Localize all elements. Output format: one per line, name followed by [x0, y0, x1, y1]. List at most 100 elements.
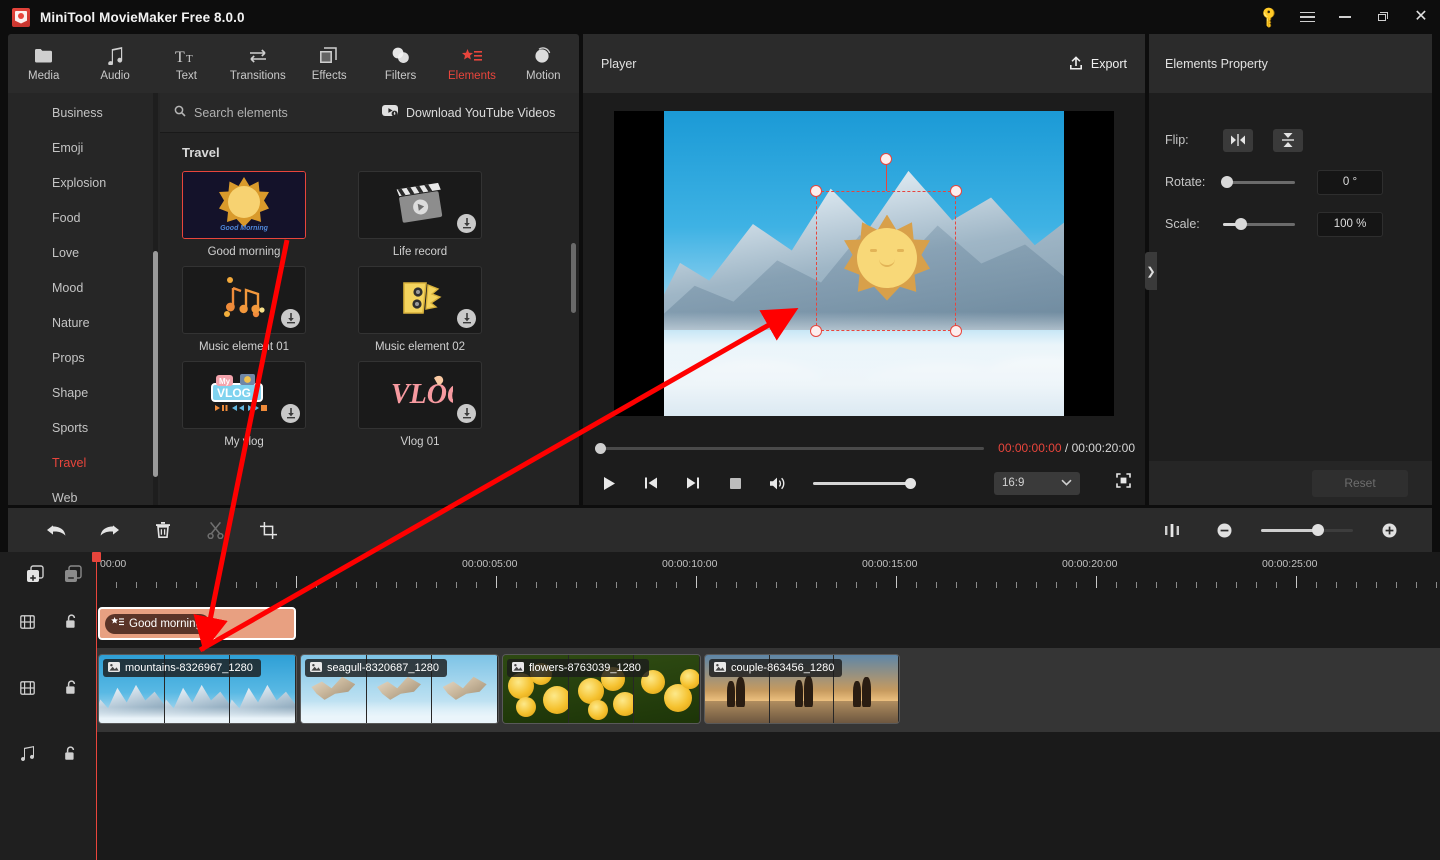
download-icon[interactable] [457, 214, 476, 233]
key-icon[interactable]: 🔑 [1250, 0, 1288, 34]
browser-scrollbar[interactable] [571, 243, 576, 313]
element-card-life-record[interactable]: Life record [358, 171, 482, 258]
rotate-value[interactable]: 0 ° [1317, 169, 1383, 195]
unlock-icon[interactable] [65, 680, 78, 700]
flip-horizontal-icon[interactable] [1223, 128, 1253, 152]
timeline-zoom-slider[interactable] [1261, 524, 1353, 536]
sidebar-item-travel[interactable]: Travel [8, 445, 160, 480]
volume-icon[interactable] [767, 476, 787, 491]
download-icon[interactable] [281, 309, 300, 328]
resize-handle-bottom-right[interactable] [950, 324, 962, 337]
timeline-clip-couple[interactable]: couple-863456_1280 [704, 654, 900, 724]
playback-progress-slider[interactable] [595, 442, 985, 454]
undo-icon[interactable] [30, 508, 83, 552]
minus-circle-icon[interactable] [1198, 508, 1251, 552]
download-icon[interactable] [281, 404, 300, 423]
element-card-vlog-01[interactable]: VLOG Vlog 01 [358, 361, 482, 448]
sidebar-item-food[interactable]: Food [8, 200, 160, 235]
play-icon[interactable] [599, 476, 619, 491]
export-button[interactable]: Export [1069, 55, 1127, 73]
next-frame-icon[interactable] [683, 476, 703, 490]
element-track-lane[interactable]: Good morning [96, 600, 1440, 648]
add-track-icon[interactable] [26, 564, 44, 588]
trash-icon[interactable] [136, 508, 189, 552]
sidebar-item-love[interactable]: Love [8, 235, 160, 270]
resize-handle-top-right[interactable] [950, 184, 962, 197]
scissors-icon[interactable] [189, 508, 242, 552]
rotate-handle[interactable] [880, 152, 892, 165]
toolbar-item-audio[interactable]: Audio [79, 34, 150, 93]
resize-handle-bottom-left[interactable] [810, 324, 822, 337]
flip-vertical-icon[interactable] [1273, 128, 1303, 152]
sidebar-item-sports[interactable]: Sports [8, 410, 160, 445]
sidebar-item-emoji[interactable]: Emoji [8, 130, 160, 165]
aspect-ratio-select[interactable]: 16:9 [994, 471, 1080, 495]
unlock-icon[interactable] [65, 614, 78, 634]
element-selection-box[interactable] [810, 152, 962, 337]
previous-frame-icon[interactable] [641, 476, 661, 490]
progress-knob[interactable] [595, 442, 606, 454]
timeline-clip-flowers[interactable]: flowers-8763039_1280 [502, 654, 701, 724]
download-youtube-videos-button[interactable]: Download YouTube Videos [382, 105, 555, 120]
timeline-clip-mountains[interactable]: mountains-8326967_1280 [98, 654, 297, 724]
reset-button[interactable]: Reset [1312, 469, 1408, 497]
audio-track-lane[interactable] [96, 732, 1440, 780]
timeline-ruler[interactable]: 00:00 00:00:05:00 00:00:10:00 00:00:15:0… [96, 552, 1440, 600]
scale-slider[interactable] [1223, 218, 1295, 230]
toolbar-item-text[interactable]: TT Text [151, 34, 222, 93]
sidebar-item-shape[interactable]: Shape [8, 375, 160, 410]
redo-icon[interactable] [83, 508, 136, 552]
crop-icon[interactable] [242, 508, 295, 552]
menu-icon[interactable] [1288, 0, 1326, 34]
toolbar-item-effects[interactable]: Effects [294, 34, 365, 93]
fullscreen-icon[interactable] [1116, 473, 1131, 493]
sidebar-item-business[interactable]: Business [8, 95, 160, 130]
sidebar-item-nature[interactable]: Nature [8, 305, 160, 340]
ruler-label: 00:00 [100, 558, 127, 570]
close-icon[interactable]: ✕ [1402, 0, 1440, 34]
toolbar-item-transitions[interactable]: Transitions [222, 34, 293, 93]
film-icon[interactable] [20, 614, 35, 634]
volume-slider[interactable] [813, 477, 916, 489]
timeline-clip-element[interactable]: Good morning [98, 607, 296, 640]
scale-value[interactable]: 100 % [1317, 211, 1383, 237]
resize-handle-top-left[interactable] [810, 184, 822, 197]
element-card-music-element-02[interactable]: Music element 02 [358, 266, 482, 353]
toolbar-item-filters[interactable]: Filters [365, 34, 436, 93]
sidebar-item-props[interactable]: Props [8, 340, 160, 375]
download-icon[interactable] [457, 404, 476, 423]
video-track-lane[interactable]: mountains-8326967_1280 seagull-8320687_1… [96, 648, 1440, 732]
volume-knob[interactable] [905, 477, 916, 489]
toolbar-item-elements[interactable]: Elements [436, 34, 507, 93]
rotate-slider[interactable] [1221, 176, 1295, 188]
sidebar-item-web[interactable]: Web [8, 480, 160, 505]
timeline-clip-seagull[interactable]: seagull-8320687_1280 [300, 654, 499, 724]
maximize-icon[interactable] [1364, 0, 1402, 34]
toolbar-label-effects: Effects [311, 69, 347, 82]
element-card-good-morning[interactable]: Good Morning Good morning [182, 171, 306, 258]
minimize-icon[interactable] [1326, 0, 1364, 34]
plus-circle-icon[interactable] [1363, 508, 1416, 552]
element-card-my-vlog[interactable]: VLOG My My vlog [182, 361, 306, 448]
toolbar-item-motion[interactable]: Motion [508, 34, 579, 93]
sun-element-overlay[interactable] [844, 214, 930, 301]
sidebar-item-mood[interactable]: Mood [8, 270, 160, 305]
toolbar-item-media[interactable]: Media [8, 34, 79, 93]
element-card-music-element-01[interactable]: Music element 01 [182, 266, 306, 353]
sidebar-item-explosion[interactable]: Explosion [8, 165, 160, 200]
music-icon[interactable] [20, 746, 35, 766]
remove-track-icon[interactable] [64, 564, 82, 588]
unlock-icon[interactable] [64, 746, 77, 766]
zoom-fit-icon[interactable] [1145, 508, 1198, 552]
category-scrollbar[interactable] [153, 251, 158, 477]
panel-collapse-toggle[interactable]: ❯ [1145, 252, 1157, 290]
stop-icon[interactable] [725, 477, 745, 490]
download-icon[interactable] [457, 309, 476, 328]
search-input[interactable] [194, 105, 354, 120]
film-icon[interactable] [20, 680, 35, 700]
preview-canvas[interactable] [614, 110, 1114, 416]
ruler-tick-minor [716, 582, 717, 588]
playhead[interactable] [92, 552, 101, 860]
category-label: Business [52, 105, 103, 120]
search-box[interactable] [174, 104, 354, 122]
